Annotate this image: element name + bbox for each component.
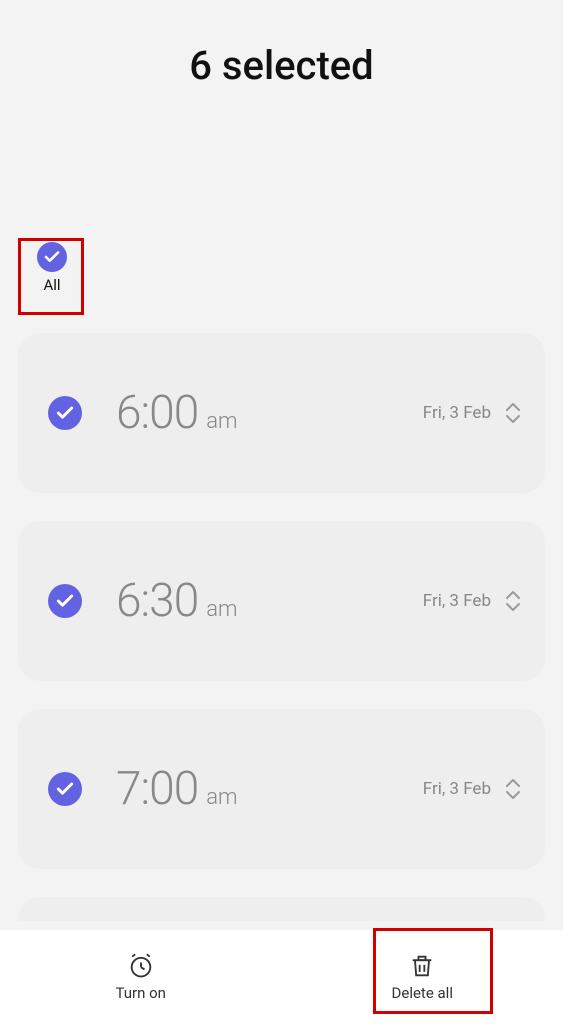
alarm-time-value: 6:30 bbox=[116, 574, 198, 628]
reorder-handle[interactable] bbox=[505, 402, 521, 424]
chevron-down-icon bbox=[505, 602, 521, 612]
delete-all-button[interactable]: Delete all bbox=[282, 930, 563, 1024]
check-icon[interactable] bbox=[48, 396, 82, 430]
chevron-up-icon bbox=[505, 402, 521, 412]
trash-icon bbox=[408, 952, 436, 980]
select-all-label: All bbox=[24, 276, 80, 294]
alarm-time: 6:00 am bbox=[116, 386, 423, 440]
alarm-item[interactable]: 7:00 am Fri, 3 Feb bbox=[18, 709, 545, 869]
reorder-handle[interactable] bbox=[505, 778, 521, 800]
turn-on-label: Turn on bbox=[116, 984, 166, 1002]
chevron-up-icon bbox=[505, 778, 521, 788]
delete-all-label: Delete all bbox=[392, 984, 453, 1002]
alarm-time: 6:30 am bbox=[116, 574, 423, 628]
chevron-down-icon bbox=[505, 790, 521, 800]
chevron-down-icon bbox=[505, 414, 521, 424]
alarm-item-partial bbox=[18, 897, 545, 921]
alarm-time: 7:00 am bbox=[116, 762, 423, 816]
alarm-item[interactable]: 6:30 am Fri, 3 Feb bbox=[18, 521, 545, 681]
alarm-time-value: 6:00 bbox=[116, 386, 198, 440]
reorder-handle[interactable] bbox=[505, 590, 521, 612]
alarm-clock-icon bbox=[127, 952, 155, 980]
bottom-bar: Turn on Delete all bbox=[0, 930, 563, 1024]
page-title: 6 selected bbox=[0, 42, 563, 89]
select-all-toggle[interactable]: All bbox=[24, 242, 80, 294]
alarm-list: 6:00 am Fri, 3 Feb 6:30 am Fri, 3 Feb 7:… bbox=[18, 333, 545, 921]
header: 6 selected bbox=[0, 0, 563, 89]
check-icon[interactable] bbox=[48, 584, 82, 618]
alarm-date: Fri, 3 Feb bbox=[423, 403, 491, 423]
turn-on-button[interactable]: Turn on bbox=[0, 930, 282, 1024]
alarm-date: Fri, 3 Feb bbox=[423, 591, 491, 611]
alarm-item[interactable]: 6:00 am Fri, 3 Feb bbox=[18, 333, 545, 493]
alarm-time-ampm: am bbox=[206, 785, 237, 810]
alarm-time-ampm: am bbox=[206, 409, 237, 434]
check-icon bbox=[37, 242, 67, 272]
alarm-date: Fri, 3 Feb bbox=[423, 779, 491, 799]
check-icon[interactable] bbox=[48, 772, 82, 806]
chevron-up-icon bbox=[505, 590, 521, 600]
alarm-time-ampm: am bbox=[206, 597, 237, 622]
alarm-time-value: 7:00 bbox=[116, 762, 198, 816]
